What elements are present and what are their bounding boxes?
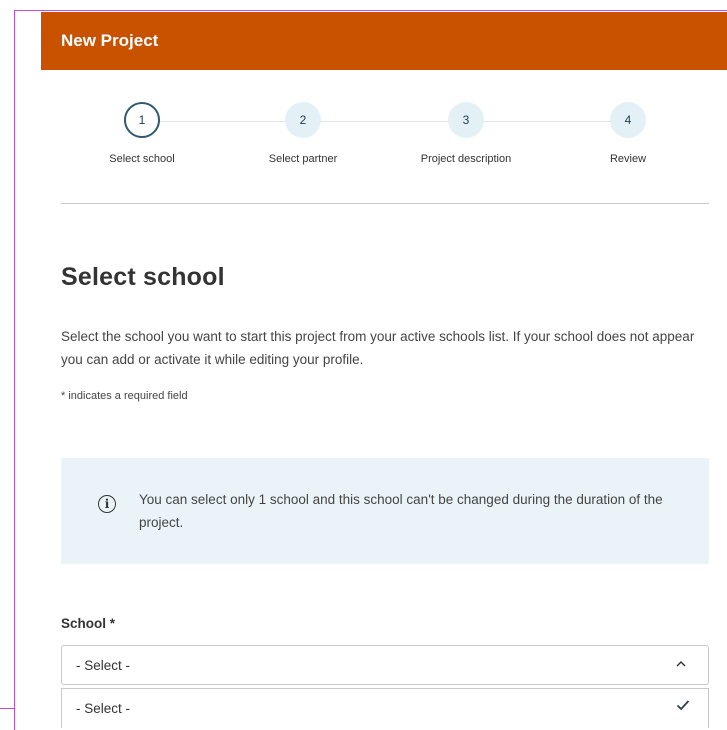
step-label: Review: [609, 153, 647, 165]
check-icon: [676, 698, 690, 716]
school-option[interactable]: - Select -: [61, 688, 709, 728]
required-note: * indicates a required field: [61, 390, 188, 402]
school-option-label: - Select -: [76, 701, 131, 716]
info-box: i You can select only 1 school and this …: [61, 458, 709, 564]
step-label: Project description: [420, 153, 512, 165]
step-number: 4: [610, 102, 646, 138]
step-2[interactable]: 2 Select partner: [233, 102, 373, 165]
step-number: 2: [285, 102, 321, 138]
app-header: New Project: [41, 12, 727, 70]
step-4[interactable]: 4 Review: [558, 102, 698, 165]
school-select[interactable]: - Select -: [61, 645, 709, 685]
header-title: New Project: [61, 31, 159, 50]
chevron-up-icon: [676, 659, 686, 671]
step-label: Select school: [109, 153, 175, 165]
stepper: 1 Select school 2 Select partner 3 Proje…: [60, 102, 710, 172]
frame-edge: [0, 708, 14, 709]
section-divider: [61, 203, 709, 204]
step-label: Select partner: [268, 153, 338, 165]
step-number: 1: [124, 102, 160, 138]
step-1[interactable]: 1 Select school: [72, 102, 212, 165]
intro-text: Select the school you want to start this…: [61, 329, 695, 367]
school-field-label: School *: [61, 616, 116, 631]
info-icon: i: [98, 495, 116, 513]
info-text: You can select only 1 school and this sc…: [139, 492, 663, 530]
page-title: Select school: [61, 263, 225, 291]
step-number: 3: [448, 102, 484, 138]
school-select-value: - Select -: [76, 657, 131, 673]
step-3[interactable]: 3 Project description: [396, 102, 536, 165]
